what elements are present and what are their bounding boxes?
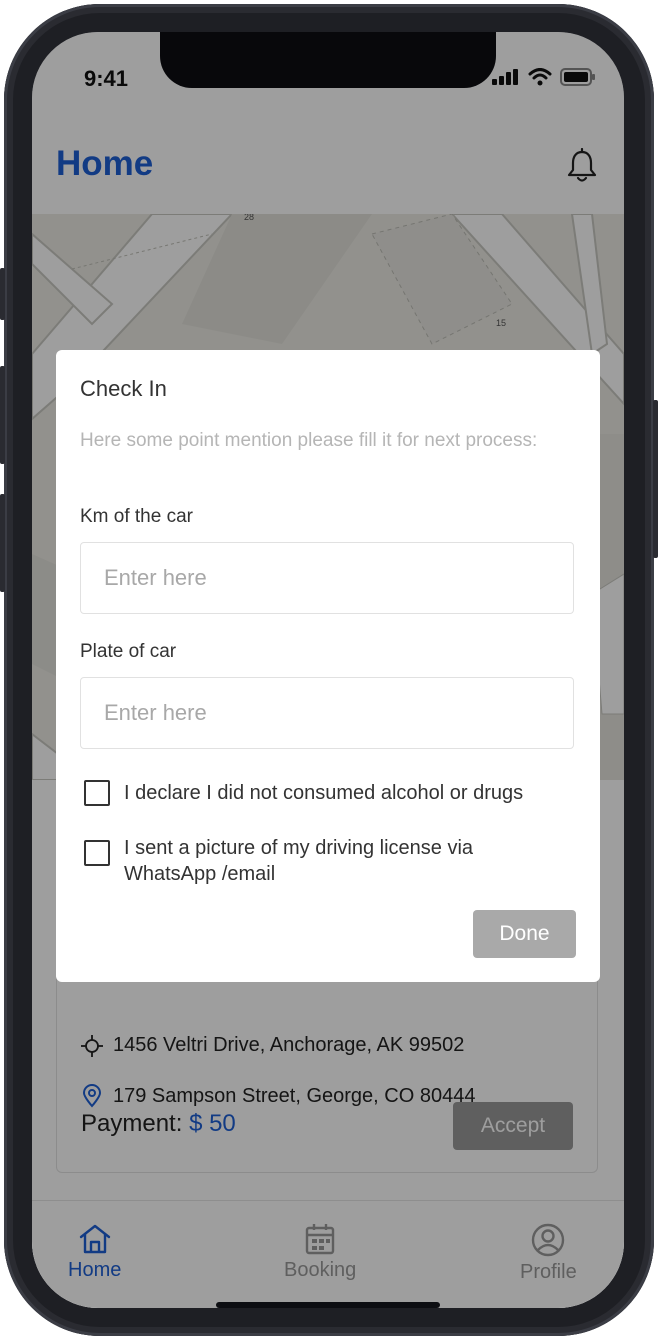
license-confirmation-label: I sent a picture of my driving license v…	[124, 837, 474, 885]
alcohol-declaration-row: I declare I did not consumed alcohol or …	[84, 780, 564, 806]
done-button[interactable]: Done	[473, 910, 576, 958]
plate-input[interactable]	[80, 677, 574, 749]
dialog-title: Check In	[80, 376, 167, 401]
km-input[interactable]	[80, 542, 574, 614]
license-confirmation-checkbox[interactable]	[84, 840, 110, 866]
license-confirmation-row: I sent a picture of my driving license v…	[84, 835, 564, 887]
plate-label: Plate of car	[80, 641, 177, 662]
check-in-dialog: Check In Here some point mention please …	[56, 350, 600, 982]
dialog-subtitle: Here some point mention please fill it f…	[80, 430, 538, 451]
volume-down-button	[0, 494, 5, 592]
alcohol-declaration-checkbox[interactable]	[84, 780, 110, 806]
alcohol-declaration-label: I declare I did not consumed alcohol or …	[124, 782, 524, 804]
power-button	[653, 400, 658, 558]
mute-switch	[0, 268, 5, 320]
home-indicator	[216, 1302, 440, 1308]
screen: 28 15 9:41 Home 1456 Veltri Drive, Ancho…	[32, 32, 624, 1308]
volume-up-button	[0, 366, 5, 464]
km-label: Km of the car	[80, 506, 193, 527]
